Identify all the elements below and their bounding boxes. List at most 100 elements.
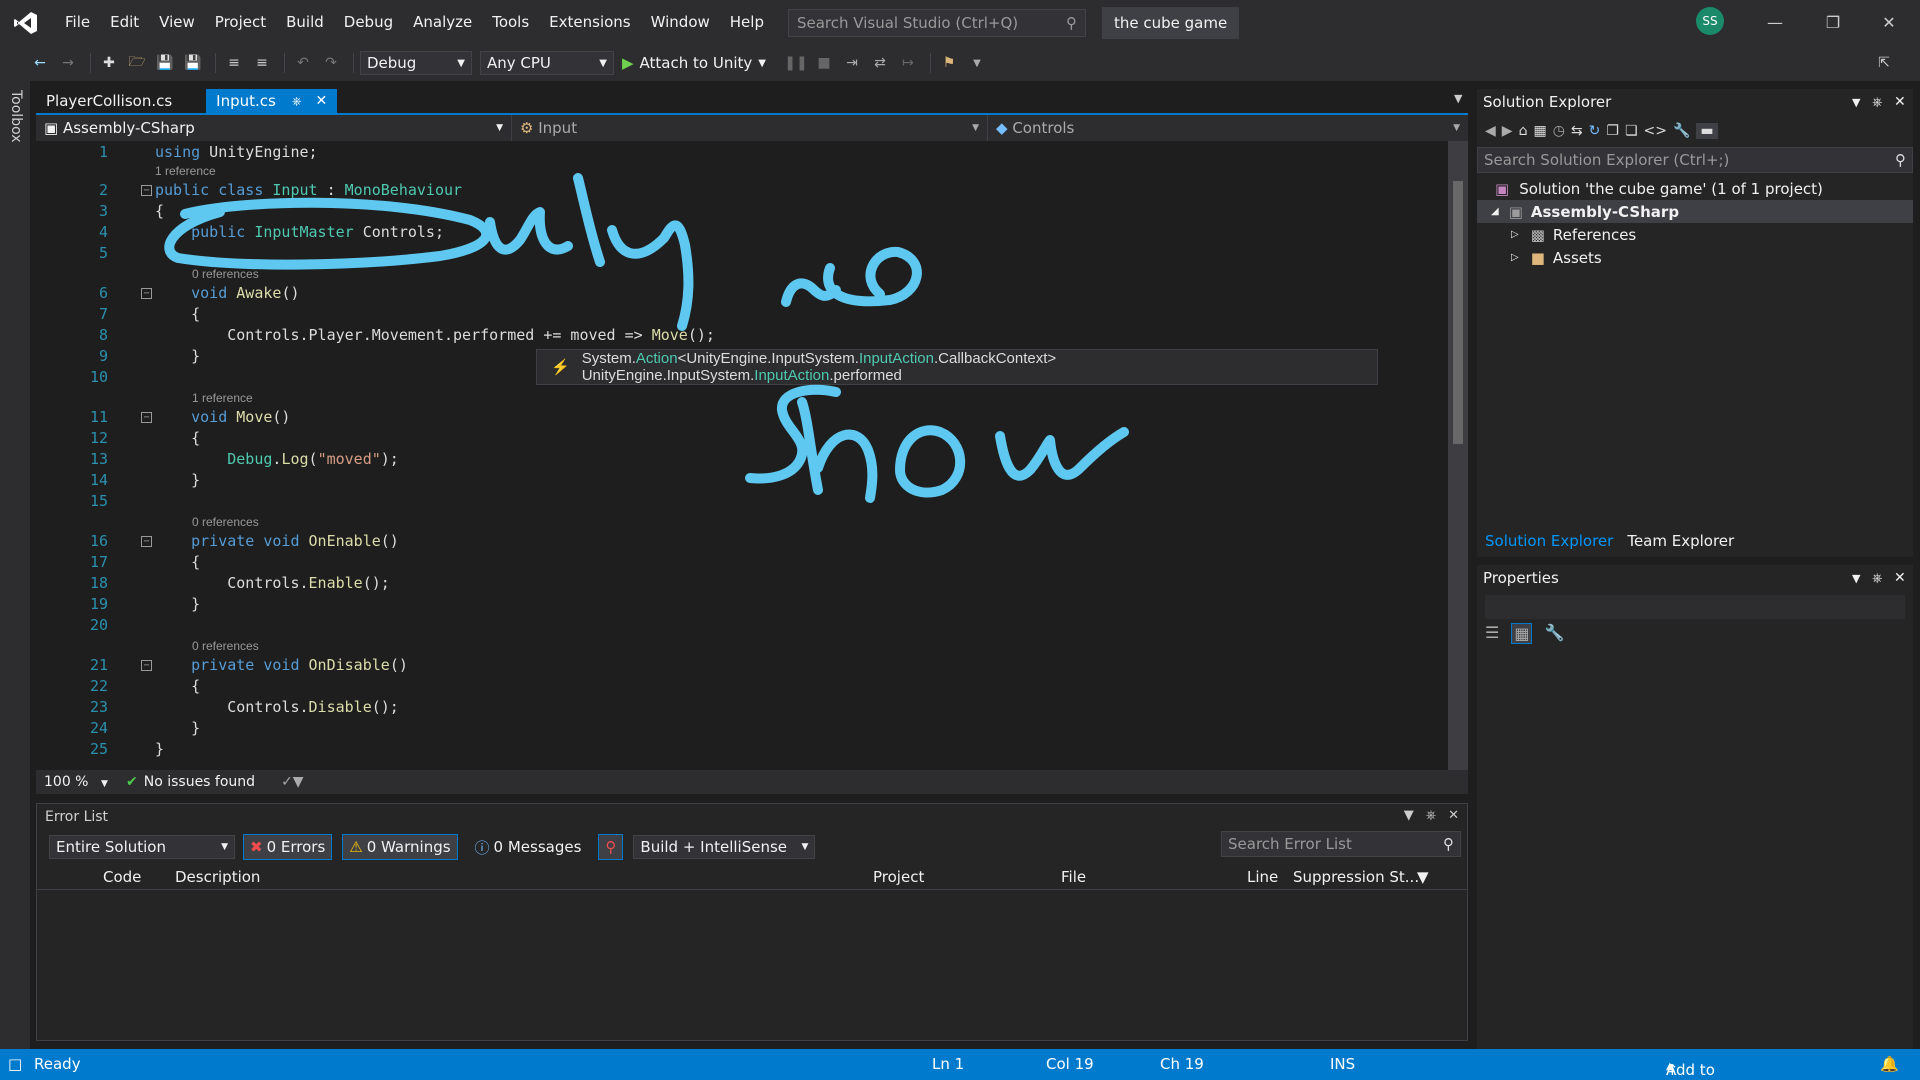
menu-build[interactable]: Build (276, 0, 334, 45)
refresh-icon[interactable]: ↻ (1589, 123, 1601, 139)
pause-icon[interactable]: ❚❚ (784, 51, 808, 75)
new-project-icon[interactable]: ✚ (97, 51, 121, 75)
clear-filter-button[interactable]: ⚲ (598, 834, 624, 860)
collapse-icon[interactable]: − (141, 536, 152, 547)
back-icon[interactable]: ◀ (1485, 123, 1496, 139)
toolbar-options-icon[interactable]: ▼ (965, 51, 989, 75)
sync-icon[interactable]: ⇆ (1571, 123, 1583, 139)
messages-filter-button[interactable]: ⓘ 0 Messages (468, 834, 589, 860)
menu-edit[interactable]: Edit (100, 0, 149, 45)
step-over-icon[interactable]: ⇄ (868, 51, 892, 75)
menu-file[interactable]: File (55, 0, 100, 45)
collapse-icon[interactable]: − (141, 412, 152, 423)
forward-icon[interactable]: ▶ (1502, 123, 1513, 139)
toolbox-tab[interactable]: Toolbox (8, 90, 24, 143)
column-header-project[interactable]: Project (873, 868, 924, 886)
column-header-description[interactable]: Description (175, 868, 260, 886)
properties-object-select[interactable] (1485, 595, 1905, 619)
pin-icon[interactable]: ⎈ (1426, 808, 1436, 823)
panel-dropdown-icon[interactable]: ▼ (1852, 96, 1860, 109)
menu-analyze[interactable]: Analyze (403, 0, 482, 45)
panel-dropdown-icon[interactable]: ▼ (1852, 572, 1860, 585)
column-header-code[interactable]: Code (103, 868, 141, 886)
close-tab-icon[interactable]: ✕ (315, 93, 327, 109)
warnings-filter-button[interactable]: ⚠ 0 Warnings (342, 834, 458, 860)
tree-item-solution[interactable]: ▣ Solution 'the cube game' (1 of 1 proje… (1477, 177, 1913, 200)
show-all-files-icon[interactable]: ❏ (1625, 123, 1638, 139)
panel-dropdown-icon[interactable]: ▼ (1404, 808, 1414, 823)
comment-icon[interactable]: ≡ (222, 51, 246, 75)
tab-team-explorer[interactable]: Team Explorer (1627, 532, 1734, 550)
close-panel-icon[interactable]: ✕ (1448, 808, 1459, 823)
uncomment-icon[interactable]: ≡ (250, 51, 274, 75)
alphabetical-icon[interactable]: ▦ (1511, 623, 1533, 644)
platform-select[interactable]: Any CPU ▼ (480, 51, 614, 75)
column-header-line[interactable]: Line (1247, 868, 1278, 886)
code-editor[interactable]: 1 using UnityEngine; 1 reference 2− public… (36, 141, 1448, 770)
close-panel-icon[interactable]: ✕ (1894, 570, 1906, 586)
bookmark-icon[interactable]: ⚑ (937, 51, 961, 75)
issues-status[interactable]: No issues found (144, 774, 255, 790)
filter-icon[interactable]: ▼ (1417, 868, 1429, 886)
solution-config-select[interactable]: Debug ▼ (360, 51, 472, 75)
restore-icon[interactable]: ❐ (1810, 0, 1856, 45)
tab-overflow-chevron-icon[interactable]: ▼ (1454, 92, 1462, 105)
codelens-references[interactable]: 0 references (192, 639, 259, 653)
collapse-icon[interactable]: − (141, 660, 152, 671)
brush-icon[interactable]: ✓▼ (281, 774, 304, 790)
collapse-icon[interactable]: − (141, 185, 152, 196)
minimize-icon[interactable]: — (1752, 0, 1798, 45)
switch-views-icon[interactable]: ▦ (1533, 123, 1546, 139)
menu-extensions[interactable]: Extensions (539, 0, 640, 45)
scope-select[interactable]: Entire Solution ▼ (49, 835, 235, 859)
codelens-references[interactable]: 0 references (192, 515, 259, 529)
step-out-icon[interactable]: ↦ (896, 51, 920, 75)
class-nav-select[interactable]: ⚙ Input ▼ (512, 115, 988, 141)
editor-vertical-scrollbar[interactable] (1448, 141, 1468, 770)
forward-arrow-icon[interactable]: → (56, 51, 80, 75)
errors-filter-button[interactable]: ✖ 0 Errors (243, 834, 333, 860)
tab-input[interactable]: Input.cs ⎈ ✕ (206, 89, 338, 113)
close-window-icon[interactable]: ✕ (1866, 0, 1912, 45)
undo-icon[interactable]: ↶ (291, 51, 315, 75)
notification-bell-icon[interactable]: 🔔 (1880, 1055, 1899, 1073)
view-code-icon[interactable]: <> (1644, 123, 1667, 139)
back-arrow-icon[interactable]: ← (28, 51, 52, 75)
project-nav-select[interactable]: ▣ Assembly-CSharp ▼ (36, 115, 512, 141)
home-icon[interactable]: ⌂ (1519, 123, 1528, 139)
collapse-all-icon[interactable]: ❐ (1606, 123, 1619, 139)
menu-tools[interactable]: Tools (482, 0, 539, 45)
save-all-icon[interactable]: 💾 (181, 51, 205, 75)
column-header-suppression[interactable]: Suppression St... (1293, 868, 1419, 886)
build-filter-select[interactable]: Build + IntelliSense ▼ (633, 835, 816, 859)
codelens-references[interactable]: 1 reference (192, 391, 253, 405)
menu-help[interactable]: Help (720, 0, 774, 45)
avatar[interactable]: SS (1696, 7, 1724, 35)
open-folder-icon[interactable]: 🗁 (125, 51, 149, 75)
pin-icon[interactable]: ⎈ (292, 94, 302, 109)
attach-to-unity-button[interactable]: ▶ Attach to Unity ▼ (622, 54, 766, 72)
pin-icon[interactable]: ⎈ (1872, 95, 1882, 110)
tree-item-assembly-csharp[interactable]: ◢ ▣ Assembly-CSharp (1477, 200, 1913, 223)
solution-search-input[interactable]: Search Solution Explorer (Ctrl+;) ⚲ (1477, 147, 1913, 173)
column-header-file[interactable]: File (1061, 868, 1086, 886)
tab-playercollison[interactable]: PlayerCollison.cs (36, 89, 182, 113)
search-input[interactable]: Search Visual Studio (Ctrl+Q) ⚲ (787, 8, 1086, 37)
redo-icon[interactable]: ↷ (319, 51, 343, 75)
error-list-search-input[interactable]: Search Error List ⚲ (1221, 831, 1461, 857)
pin-icon[interactable]: ⎈ (1872, 571, 1882, 586)
member-nav-select[interactable]: ◆ Controls ▼ (988, 115, 1468, 141)
codelens-references[interactable]: 0 references (192, 267, 259, 281)
menu-window[interactable]: Window (641, 0, 720, 45)
step-into-icon[interactable]: ⇥ (840, 51, 864, 75)
menu-project[interactable]: Project (205, 0, 276, 45)
codelens-references[interactable]: 1 reference (155, 164, 216, 178)
save-icon[interactable]: 💾 (153, 51, 177, 75)
menu-debug[interactable]: Debug (334, 0, 403, 45)
tree-item-assets[interactable]: ▷ ■ Assets (1477, 246, 1913, 269)
menu-view[interactable]: View (149, 0, 205, 45)
collapse-icon[interactable]: − (141, 288, 152, 299)
categorized-icon[interactable]: ☰ (1485, 623, 1499, 644)
close-panel-icon[interactable]: ✕ (1894, 94, 1906, 110)
preview-selected-icon[interactable]: ▬ (1696, 123, 1718, 139)
